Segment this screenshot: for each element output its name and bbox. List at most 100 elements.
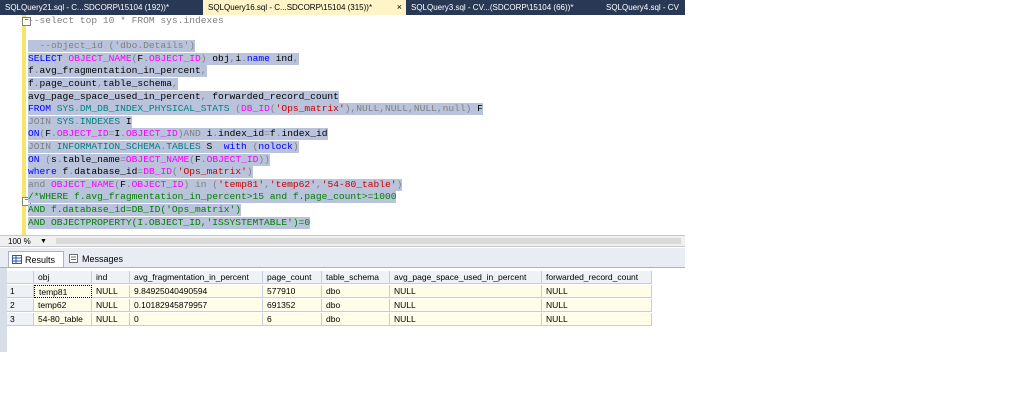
code-token: , (171, 78, 178, 89)
code-token: INDEXES (79, 115, 121, 127)
code-token: NULL (356, 103, 380, 115)
code-area[interactable]: --select top 10 * FROM sys.indexes --obj… (28, 15, 685, 235)
grid-cell[interactable]: NULL (390, 299, 542, 312)
grid-cell[interactable]: NULL (92, 313, 130, 326)
column-header-page-count[interactable]: page_count (263, 271, 322, 284)
grid-cell[interactable]: 6 (263, 313, 322, 326)
tab-sqlquery21[interactable]: SQLQuery21.sql - C...SDCORP\15104 (192))… (0, 0, 203, 15)
code-token: 'temp81' (218, 178, 265, 190)
code-token: index_id (218, 128, 265, 140)
column-header-forwarded-record-count[interactable]: forwarded_record_count (542, 271, 652, 284)
column-header-avg-page-space[interactable]: avg_page_space_used_in_percent (390, 271, 542, 284)
grid-cell[interactable]: 577910 (263, 285, 322, 298)
grid-cell[interactable]: NULL (92, 285, 130, 298)
code-token: SELECT (28, 52, 69, 64)
code-token: DM_DB_INDEX_PHYSICAL_STATS (79, 103, 230, 115)
code-line[interactable]: JOIN SYS.INDEXES I (28, 115, 132, 128)
tab-sqlquery4[interactable]: SQLQuery4.sql - CV (601, 0, 685, 15)
grid-cell[interactable]: NULL (542, 299, 652, 312)
code-line[interactable]: FROM SYS.DM_DB_INDEX_PHYSICAL_STATS (DB_… (28, 103, 483, 116)
code-line[interactable]: AND OBJECTPROPERTY(I.OBJECT_ID,'ISSYSTEM… (28, 216, 311, 229)
code-token: --object_id ('dbo.Details') (28, 40, 195, 52)
code-token: --select top 10 * FROM sys.indexes (28, 15, 224, 26)
code-token: ( (229, 103, 242, 115)
grid-cell[interactable]: 691352 (263, 299, 322, 312)
code-token: NULL (385, 103, 409, 115)
code-token: ) (292, 141, 299, 152)
grid-cell[interactable]: 0.10182945879957 (130, 299, 263, 312)
code-line[interactable]: /*WHERE f.avg_fragmentation_in_percent>1… (28, 191, 397, 204)
code-token: SYS (56, 115, 75, 127)
grid-cell[interactable]: NULL (92, 299, 130, 312)
row-header[interactable]: 2 (7, 299, 34, 312)
column-header-ind[interactable]: ind (92, 271, 130, 284)
zoom-level[interactable]: 100 % (8, 236, 31, 247)
code-line[interactable]: --select top 10 * FROM sys.indexes (28, 15, 224, 27)
column-header-table-schema[interactable]: table_schema (322, 271, 390, 284)
code-token: INFORMATION_SCHEMA (56, 141, 161, 152)
code-token: TABLES (166, 141, 201, 152)
grid-cell[interactable]: dbo (322, 313, 390, 326)
code-token: AND (183, 128, 207, 140)
code-token: with (218, 141, 253, 152)
code-line[interactable]: ON (s.table_name=OBJECT_NAME(F.OBJECT_ID… (28, 153, 270, 166)
horizontal-scrollbar[interactable] (56, 238, 681, 244)
close-icon[interactable]: × (397, 0, 402, 15)
tab-label: Results (25, 255, 56, 265)
column-header-avg-fragmentation[interactable]: avg_fragmentation_in_percent (130, 271, 263, 284)
tab-label: SQLQuery4.sql - CV (606, 3, 679, 12)
code-line[interactable]: where f.database_id=DB_ID('Ops_matrix') (28, 166, 253, 179)
results-grid[interactable]: obj ind avg_fragmentation_in_percent pag… (0, 268, 685, 352)
code-token: AND f.database_id=DB_ID('Ops_matrix') (28, 204, 242, 215)
code-line[interactable]: f.avg_fragmentation_in_percent, (28, 65, 207, 78)
code-token: I (120, 115, 132, 127)
code-token: ) (465, 103, 478, 115)
messages-icon (69, 254, 78, 263)
tab-messages[interactable]: Messages (66, 251, 130, 267)
grid-cell[interactable]: dbo (322, 299, 390, 312)
code-token: and (28, 178, 52, 190)
grid-cell[interactable]: dbo (322, 285, 390, 298)
row-header[interactable]: 3 (7, 313, 34, 326)
code-line[interactable]: SELECT OBJECT_NAME(F.OBJECT_ID) obj,i.na… (28, 52, 299, 65)
grid-cell[interactable]: 9.84925040490594 (130, 285, 263, 298)
chevron-down-icon[interactable]: ▼ (40, 236, 47, 247)
code-line[interactable]: f.page_count,table_schema, (28, 78, 178, 90)
code-line[interactable]: and OBJECT_NAME(F.OBJECT_ID) in ('temp81… (28, 178, 403, 191)
code-token: FROM (28, 103, 57, 115)
code-token: forwarded_record_count (212, 90, 339, 102)
code-line[interactable]: AND f.database_id=DB_ID('Ops_matrix') (28, 204, 242, 216)
grid-cell[interactable]: 0 (130, 313, 263, 326)
tab-sqlquery3[interactable]: SQLQuery3.sql - CV...(SDCORP\15104 (66))… (406, 0, 601, 15)
code-token: JOIN (28, 115, 57, 127)
grid-cell[interactable]: NULL (542, 313, 652, 326)
code-line[interactable]: avg_page_space_used_in_percent, forwarde… (28, 90, 339, 103)
code-token: 'temp62' (269, 178, 316, 190)
tab-label: SQLQuery21.sql - C...SDCORP\15104 (192))… (5, 3, 170, 12)
grid-cell[interactable]: 54-80_table (34, 313, 92, 326)
code-token: ) (183, 178, 196, 190)
grid-cell[interactable]: NULL (542, 285, 652, 298)
grid-corner[interactable] (7, 271, 34, 284)
tab-sqlquery16[interactable]: SQLQuery16.sql - C...SDCORP\15104 (315))… (203, 0, 406, 15)
grid-cell[interactable]: temp62 (34, 299, 92, 312)
code-line[interactable]: ON(F.OBJECT_ID=I.OBJECT_ID)AND i.index_i… (28, 128, 328, 141)
code-token: , (292, 52, 299, 64)
code-token: F (477, 103, 483, 115)
grid-icon (12, 255, 22, 264)
row-header[interactable]: 1 (7, 285, 34, 298)
code-token: in (195, 178, 213, 190)
code-token: JOIN (28, 141, 57, 152)
code-token: 'Ops_matrix' (275, 103, 345, 115)
code-line[interactable]: --object_id ('dbo.Details') (28, 40, 195, 53)
query-editor[interactable]: − − --select top 10 * FROM sys.indexes -… (0, 15, 685, 235)
grid-cell[interactable]: temp81 (34, 285, 92, 298)
code-line[interactable]: JOIN INFORMATION_SCHEMA.TABLES S with (n… (28, 141, 299, 153)
tab-results[interactable]: Results (8, 251, 64, 267)
column-header-obj[interactable]: obj (34, 271, 92, 284)
grid-cell[interactable]: NULL (390, 313, 542, 326)
results-tab-strip: Results Messages (0, 248, 685, 268)
code-token: )) (258, 153, 270, 165)
grid-cell[interactable]: NULL (390, 285, 542, 298)
code-token: ), (344, 103, 357, 115)
